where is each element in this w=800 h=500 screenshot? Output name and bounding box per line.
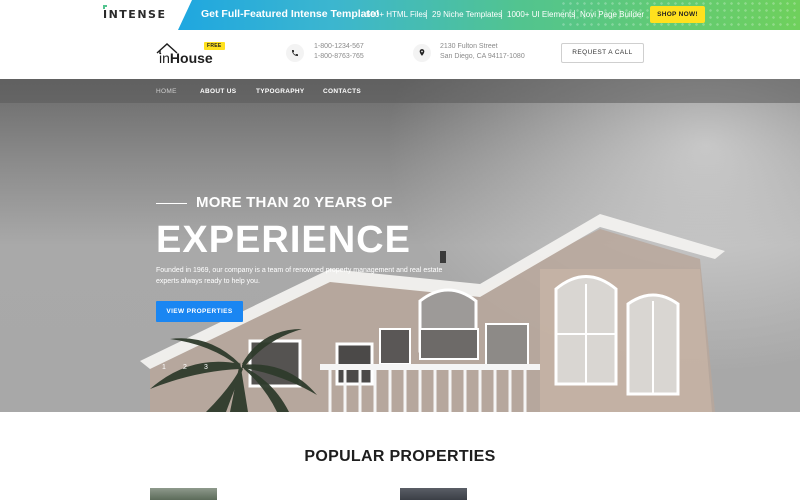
- promo-feature: 500+ HTML Files: [366, 10, 427, 19]
- hero-description: Founded in 1969, our company is a team o…: [156, 267, 443, 285]
- property-thumbnail[interactable]: [150, 488, 217, 500]
- phone-number[interactable]: 1-800-8763-765: [314, 53, 364, 60]
- phone-icon: [286, 44, 304, 62]
- promo-separator: [501, 10, 502, 19]
- nav-item-home[interactable]: HOME: [156, 88, 177, 95]
- logo-prefix: in: [159, 50, 170, 66]
- hero-divider-line: [156, 203, 187, 204]
- promo-banner[interactable]: INTENSE Get Full-Featured Intense Templa…: [0, 0, 800, 30]
- request-call-button[interactable]: REQUEST A CALL: [561, 43, 644, 63]
- slider-page-2[interactable]: 2: [183, 364, 187, 371]
- promo-separator: [574, 10, 575, 19]
- promo-brand: INTENSE: [103, 8, 167, 21]
- nav-item-contacts[interactable]: CONTACTS: [323, 88, 361, 95]
- promo-headline[interactable]: Get Full-Featured Intense Template!: [201, 8, 379, 20]
- main-nav: HOME ABOUT US TYPOGRAPHY CONTACTS: [0, 79, 800, 103]
- address-city: San Diego, CA 94117-1080: [440, 53, 525, 60]
- location-pin-icon: [413, 44, 431, 62]
- promo-feature: 29 Niche Templates: [432, 10, 503, 19]
- property-thumbnail[interactable]: [400, 488, 467, 500]
- promo-separator: [426, 10, 427, 19]
- logo-free-badge: FREE: [204, 42, 225, 50]
- phone-number[interactable]: 1-800-1234-567: [314, 43, 364, 50]
- hero-title: EXPERIENCE: [156, 219, 411, 261]
- site-header: inHouse FREE 1-800-1234-567 1-800-8763-7…: [0, 30, 800, 79]
- site-logo[interactable]: inHouse FREE: [156, 42, 226, 68]
- view-properties-button[interactable]: VIEW PROPERTIES: [156, 301, 243, 322]
- hero-section: HOME ABOUT US TYPOGRAPHY CONTACTS MORE T…: [0, 79, 800, 412]
- address-street: 2130 Fulton Street: [440, 43, 498, 50]
- logo-name: House: [169, 50, 213, 66]
- nav-item-about-us[interactable]: ABOUT US: [200, 88, 236, 95]
- shop-now-button[interactable]: SHOP NOW!: [650, 6, 705, 23]
- promo-feature: 1000+ UI Elements: [507, 10, 576, 19]
- hero-subtitle: MORE THAN 20 YEARS OF: [196, 194, 393, 211]
- promo-feature: Novi Page Builder: [580, 10, 645, 19]
- popular-properties-heading: POPULAR PROPERTIES: [304, 448, 496, 465]
- slider-page-1[interactable]: 1: [162, 364, 166, 371]
- slider-page-3[interactable]: 3: [204, 364, 208, 371]
- nav-item-typography[interactable]: TYPOGRAPHY: [256, 88, 305, 95]
- logo-text: inHouse: [159, 50, 213, 66]
